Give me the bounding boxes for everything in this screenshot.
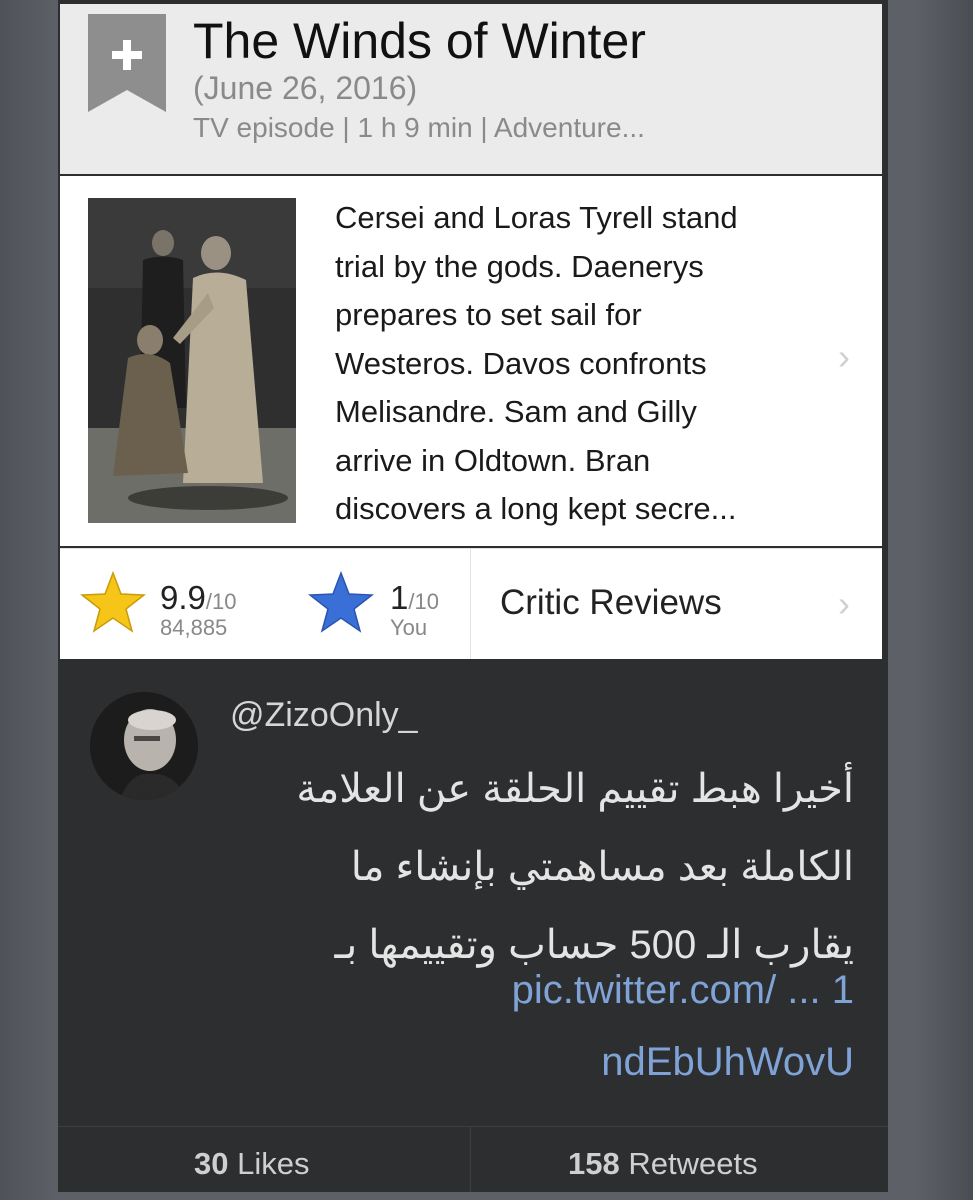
- episode-poster: [88, 198, 296, 523]
- user-denominator: /10: [408, 589, 439, 614]
- ratings-bar: 9.9/10 84,885 1/10 You Critic Reviews ›: [60, 548, 882, 659]
- footer-divider: [58, 1126, 888, 1127]
- retweets-label: Retweets: [619, 1146, 758, 1181]
- episode-meta: TV episode | 1 h 9 min | Adventure...: [193, 112, 645, 143]
- episode-plot: Cersei and Loras Tyrell stand trial by t…: [335, 194, 845, 534]
- plot-line: Westeros. Davos confronts: [335, 345, 707, 381]
- tweet-link[interactable]: pic.twitter.com/ ... 1: [512, 968, 854, 1013]
- tweet-handle[interactable]: @ZizoOnly_: [230, 696, 418, 735]
- chevron-right-icon: ›: [838, 336, 850, 377]
- rating-count: 84,885: [160, 615, 228, 640]
- user-rating-label: You: [390, 615, 428, 640]
- episode-title: The Winds of Winter: [193, 13, 646, 69]
- screenshot: The Winds of Winter (June 26, 2016) TV e…: [58, 0, 888, 1192]
- imdb-rating: 9.9/10: [160, 579, 236, 617]
- star-icon: [79, 570, 147, 638]
- critic-reviews-link[interactable]: Critic Reviews: [500, 583, 722, 623]
- tweet-line: الكاملة بعد مساهمتي بإنشاء ما: [350, 845, 854, 889]
- plot-line: prepares to set sail for: [335, 297, 642, 332]
- tweet-link-continued[interactable]: ndEbUhWovU: [601, 1040, 854, 1085]
- likes-number: 30: [194, 1146, 229, 1181]
- episode-date: (June 26, 2016): [193, 70, 418, 106]
- divider: [470, 549, 471, 659]
- retweets-count[interactable]: 158 Retweets: [568, 1146, 758, 1182]
- plot-line: Melisandre. Sam and Gilly: [335, 394, 697, 429]
- bookmark-plus-icon[interactable]: [88, 14, 166, 112]
- plot-line: discovers a long kept secre...: [335, 491, 737, 526]
- likes-count[interactable]: 30 Likes: [194, 1146, 309, 1182]
- retweets-number: 158: [568, 1146, 620, 1181]
- footer-divider-vertical: [470, 1126, 471, 1192]
- likes-label: Likes: [228, 1146, 310, 1181]
- avatar[interactable]: [90, 692, 198, 800]
- tweet-line: أخيرا هبط تقييم الحلقة عن العلامة: [296, 767, 854, 811]
- plot-line: trial by the gods. Daenerys: [335, 248, 704, 284]
- plot-line: arrive in Oldtown. Bran: [335, 442, 651, 478]
- episode-header: The Winds of Winter (June 26, 2016) TV e…: [60, 4, 882, 174]
- imdb-denominator: /10: [205, 589, 237, 614]
- user-rating[interactable]: 1/10: [390, 579, 439, 617]
- episode-summary[interactable]: Cersei and Loras Tyrell stand trial by t…: [60, 176, 882, 546]
- user-score: 1: [390, 579, 409, 616]
- user-star-icon[interactable]: [307, 570, 375, 638]
- tweet-text: أخيرا هبط تقييم الحلقة عن العلامة الكامل…: [214, 750, 854, 984]
- chevron-right-icon: ›: [838, 583, 850, 624]
- photo-frame: The Winds of Winter (June 26, 2016) TV e…: [0, 0, 973, 1200]
- imdb-score: 9.9: [160, 579, 206, 616]
- plot-line: Cersei and Loras Tyrell stand: [335, 200, 738, 235]
